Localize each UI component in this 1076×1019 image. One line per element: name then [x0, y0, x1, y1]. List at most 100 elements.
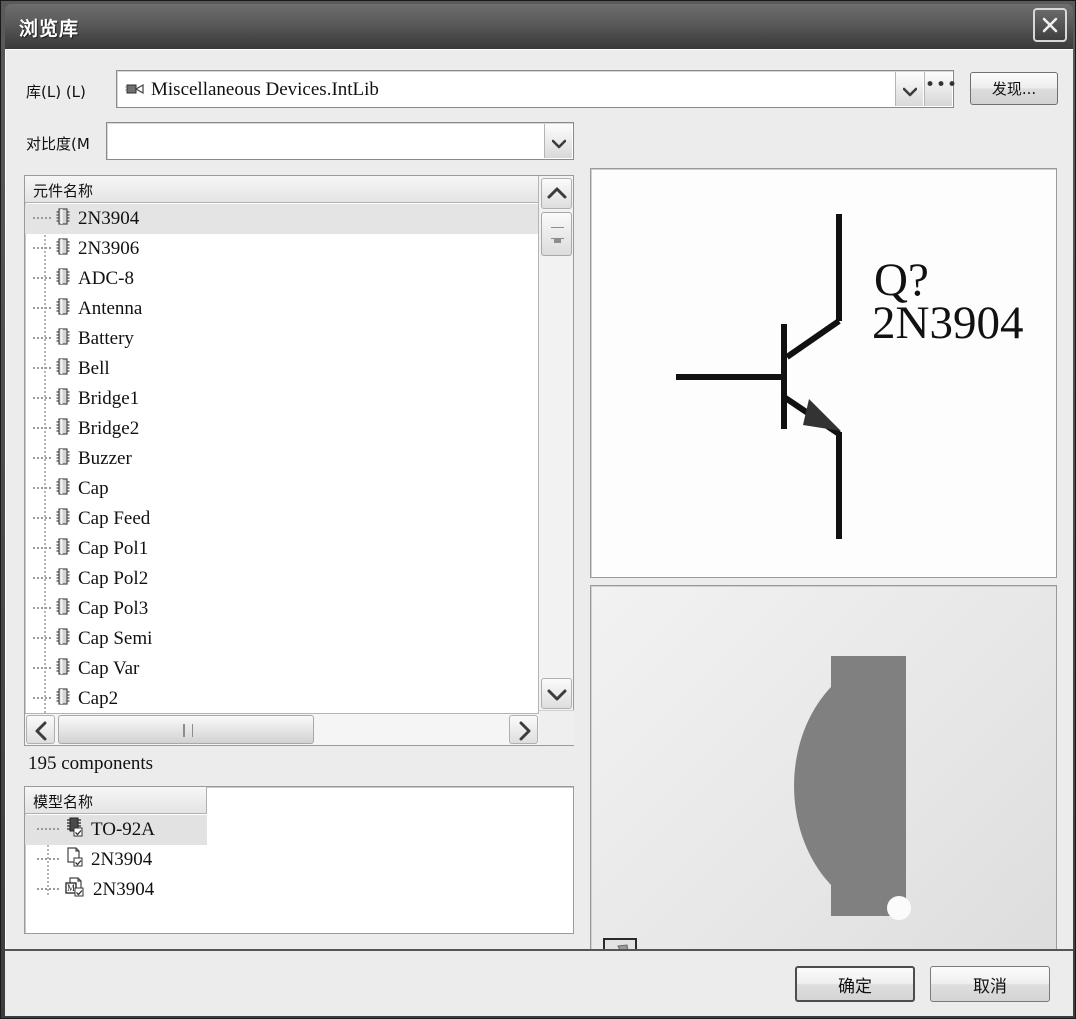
- ic-chip-icon: [55, 387, 71, 412]
- scroll-thumb-grip: [551, 227, 564, 239]
- cancel-button[interactable]: 取消: [930, 966, 1050, 1002]
- tree-dash: [33, 337, 51, 339]
- svg-text:M: M: [67, 883, 75, 893]
- model-list-item[interactable]: M 2N3904: [25, 875, 573, 905]
- component-list-item[interactable]: Antenna: [25, 294, 539, 324]
- ic-chip-icon: [55, 417, 71, 442]
- ic-chip-icon: [55, 237, 71, 262]
- library-combobox[interactable]: Miscellaneous Devices.IntLib •••: [116, 70, 954, 108]
- model-list-header: 模型名称: [25, 787, 207, 814]
- tree-dash: [33, 487, 51, 489]
- to92a-pad-outline: [591, 586, 1057, 984]
- scroll-right-button[interactable]: [509, 715, 538, 744]
- ic-chip-icon: [55, 357, 71, 382]
- library-label: 库(L) (L): [26, 81, 86, 102]
- component-list-item-label: 2N3904: [78, 208, 139, 230]
- ic-chip-icon: [55, 447, 71, 472]
- component-list-item[interactable]: Cap Pol3: [25, 594, 539, 624]
- component-count-label: 195 components: [28, 753, 153, 775]
- dialog-footer: 确定 取消: [5, 949, 1073, 1016]
- tree-dash: [37, 858, 59, 860]
- ic-chip-icon: [55, 687, 71, 712]
- discover-button[interactable]: 发现...: [970, 72, 1058, 105]
- model-list-item[interactable]: 2N3904: [25, 845, 573, 875]
- tree-dash: [33, 667, 51, 669]
- tree-dash: [33, 577, 51, 579]
- close-button[interactable]: [1033, 8, 1067, 42]
- ic-chip-icon: [55, 627, 71, 652]
- ic-chip-icon: [55, 267, 71, 292]
- ic-chip-icon: [55, 507, 71, 532]
- component-list-item[interactable]: Cap2: [25, 684, 539, 714]
- tree-dash: [33, 247, 51, 249]
- ok-button[interactable]: 确定: [795, 966, 915, 1002]
- component-list-header: 元件名称: [25, 176, 539, 203]
- model-list-body[interactable]: TO-92A 2N3904 M 2N3904: [25, 815, 573, 905]
- scroll-up-button[interactable]: [541, 178, 572, 209]
- component-list-item[interactable]: Battery: [25, 324, 539, 354]
- schematic-part-name: 2N3904: [872, 296, 1023, 350]
- component-list-item[interactable]: Cap Semi: [25, 624, 539, 654]
- model-list-item-label: 2N3904: [93, 879, 154, 901]
- component-list-vertical-scrollbar[interactable]: [538, 176, 573, 745]
- component-list-item-label: Cap Pol1: [78, 538, 148, 560]
- chevron-down-icon: [903, 84, 917, 102]
- library-value: Miscellaneous Devices.IntLib: [151, 79, 379, 101]
- ic-chip-icon: [55, 477, 71, 502]
- tree-dash: [33, 307, 51, 309]
- component-list-item[interactable]: Buzzer: [25, 444, 539, 474]
- component-list-item[interactable]: Cap Var: [25, 654, 539, 684]
- window-title: 浏览库: [19, 14, 79, 41]
- component-list-item-label: Cap2: [78, 688, 118, 710]
- component-list-horizontal-scrollbar[interactable]: [25, 713, 539, 745]
- component-list-header-label: 元件名称: [33, 180, 93, 201]
- component-list-item[interactable]: Bridge1: [25, 384, 539, 414]
- component-list-item[interactable]: Bell: [25, 354, 539, 384]
- component-list-item-label: Bridge1: [78, 388, 139, 410]
- component-list-item-label: 2N3906: [78, 238, 139, 260]
- scroll-thumb-horizontal[interactable]: [58, 715, 314, 744]
- scrollbar-corner: [539, 710, 574, 745]
- filter-combobox[interactable]: [106, 122, 574, 160]
- tree-dash: [33, 637, 51, 639]
- library-dropdown-arrow[interactable]: [895, 72, 923, 106]
- tree-dash: [33, 517, 51, 519]
- component-list-item[interactable]: Cap Feed: [25, 504, 539, 534]
- component-list-panel: 元件名称 2N3904 2N3906 ADC-8 Antenna: [24, 175, 574, 746]
- component-list-item[interactable]: 2N3904: [25, 204, 539, 234]
- ic-chip-icon: [55, 207, 71, 232]
- component-list-body[interactable]: 2N3904 2N3906 ADC-8 Antenna Battery Bell: [25, 204, 539, 724]
- scroll-thumb-vertical[interactable]: [541, 212, 572, 256]
- tree-dash: [33, 547, 51, 549]
- tree-dash: [33, 397, 51, 399]
- component-list-item-label: Cap Feed: [78, 508, 150, 530]
- component-list-item[interactable]: 2N3906: [25, 234, 539, 264]
- ic-chip-icon: [55, 657, 71, 682]
- component-list-item[interactable]: ADC-8: [25, 264, 539, 294]
- filter-dropdown-arrow[interactable]: [544, 124, 572, 158]
- component-list-item-label: Battery: [78, 328, 134, 350]
- tree-dash: [37, 888, 59, 890]
- component-list-item[interactable]: Cap Pol2: [25, 564, 539, 594]
- model-list-panel: 模型名称 TO-92A 2N3904 M 2N3904: [24, 786, 574, 934]
- footprint-preview-panel: [590, 585, 1057, 985]
- ic-chip-icon: [55, 567, 71, 592]
- library-browse-button[interactable]: •••: [924, 72, 952, 106]
- component-list-item[interactable]: Cap Pol1: [25, 534, 539, 564]
- component-list-item[interactable]: Cap: [25, 474, 539, 504]
- component-list-item-label: Bridge2: [78, 418, 139, 440]
- component-list-item-label: Cap Pol2: [78, 568, 148, 590]
- scroll-down-button[interactable]: [541, 678, 572, 709]
- tree-dash: [33, 367, 51, 369]
- tree-dash: [33, 697, 51, 699]
- scroll-left-button[interactable]: [26, 715, 55, 744]
- ic-chip-icon: [55, 297, 71, 322]
- component-list-item-label: Cap Var: [78, 658, 139, 680]
- chevron-down-icon: [552, 136, 566, 154]
- tree-dash: [33, 607, 51, 609]
- npn-transistor-symbol: [591, 169, 1057, 577]
- component-list-item[interactable]: Bridge2: [25, 414, 539, 444]
- model-list-header-label: 模型名称: [33, 791, 93, 812]
- ic-chip-icon: [55, 597, 71, 622]
- model-list-item[interactable]: TO-92A: [25, 815, 207, 845]
